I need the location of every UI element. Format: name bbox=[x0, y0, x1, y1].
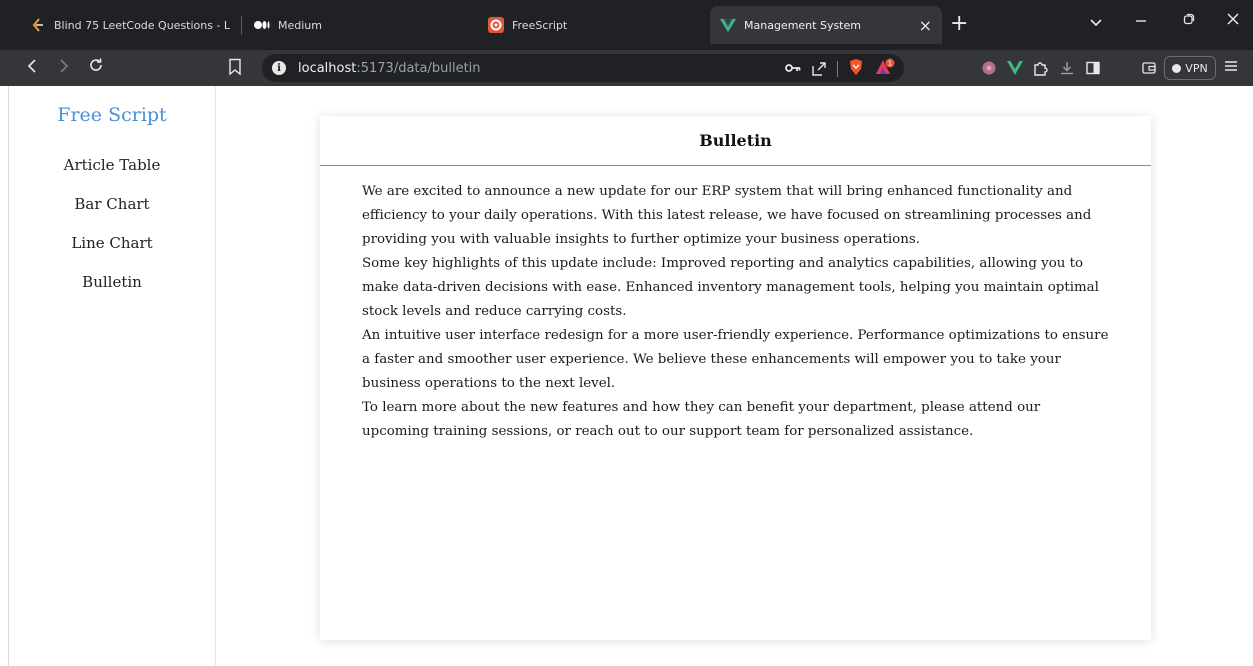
tab-freescript[interactable]: FreeScript bbox=[478, 6, 708, 44]
vpn-label: VPN bbox=[1185, 61, 1208, 75]
bookmark-icon[interactable] bbox=[228, 58, 248, 80]
bulletin-paragraph: Some key highlights of this update inclu… bbox=[362, 256, 1099, 319]
forward-icon[interactable] bbox=[52, 56, 76, 80]
minimize-icon[interactable] bbox=[1126, 10, 1156, 29]
tab-title: Blind 75 LeetCode Questions - LeetCode D… bbox=[54, 18, 230, 32]
browser-toolbar: i localhost:5173/data/bulletin 1 VPN bbox=[0, 50, 1253, 86]
bulletin-paragraph: An intuitive user interface redesign for… bbox=[362, 328, 1109, 391]
browser-tab-strip: Blind 75 LeetCode Questions - LeetCode D… bbox=[0, 0, 1253, 50]
tab-title: Medium bbox=[278, 18, 322, 32]
tab-leetcode[interactable]: Blind 75 LeetCode Questions - LeetCode D… bbox=[20, 6, 240, 44]
vpn-button[interactable]: VPN bbox=[1164, 56, 1216, 80]
back-icon[interactable] bbox=[20, 56, 44, 80]
sidebar: Free Script Article Table Bar Chart Line… bbox=[8, 86, 216, 666]
hamburger-menu-icon[interactable] bbox=[1224, 57, 1238, 76]
sidebar-nav: Article Table Bar Chart Line Chart Bulle… bbox=[9, 154, 215, 310]
vue-icon bbox=[720, 17, 736, 33]
bulletin-paragraph: We are excited to announce a new update … bbox=[362, 184, 1092, 247]
restore-icon[interactable] bbox=[1174, 10, 1204, 29]
url-path: :5173/data/bulletin bbox=[356, 60, 481, 76]
page-content: Free Script Article Table Bar Chart Line… bbox=[0, 86, 1253, 666]
sidebar-item-bulletin[interactable]: Bulletin bbox=[9, 271, 215, 310]
bulletin-title: Bulletin bbox=[320, 116, 1151, 166]
vue-devtools-icon[interactable] bbox=[1006, 59, 1024, 77]
address-bar[interactable]: i localhost:5173/data/bulletin 1 bbox=[262, 54, 904, 82]
bulletin-body: We are excited to announce a new update … bbox=[320, 166, 1151, 444]
leetcode-icon bbox=[30, 17, 46, 33]
key-icon[interactable] bbox=[785, 61, 801, 77]
chevron-down-icon[interactable] bbox=[1090, 15, 1102, 31]
address-bar-actions: 1 bbox=[785, 58, 896, 80]
download-icon[interactable] bbox=[1058, 59, 1076, 77]
vpn-status-icon bbox=[1172, 63, 1182, 73]
extensions-icon[interactable] bbox=[1032, 59, 1050, 77]
wallet-icon[interactable] bbox=[1140, 59, 1158, 77]
bulletin-paragraph: To learn more about the new features and… bbox=[362, 400, 1041, 439]
bulletin-card: Bulletin We are excited to announce a ne… bbox=[320, 116, 1151, 640]
share-icon[interactable] bbox=[811, 61, 827, 77]
medium-icon bbox=[254, 17, 270, 33]
tab-title: FreeScript bbox=[512, 18, 568, 32]
url-host: localhost bbox=[298, 60, 357, 76]
freescript-icon bbox=[488, 17, 504, 33]
new-tab-icon[interactable]: + bbox=[950, 13, 968, 35]
close-window-icon[interactable] bbox=[1218, 10, 1248, 29]
sidebar-toggle-icon[interactable] bbox=[1084, 59, 1102, 77]
extension-dot-icon[interactable] bbox=[980, 59, 998, 77]
tab-title: Management System bbox=[744, 18, 861, 32]
tab-management-system[interactable]: Management System × bbox=[710, 6, 942, 44]
divider bbox=[837, 61, 838, 77]
brave-shields-icon[interactable] bbox=[848, 58, 864, 80]
site-info-icon[interactable]: i bbox=[272, 61, 286, 75]
sidebar-item-article-table[interactable]: Article Table bbox=[9, 154, 215, 193]
brand-logo[interactable]: Free Script bbox=[9, 104, 215, 126]
sidebar-item-bar-chart[interactable]: Bar Chart bbox=[9, 193, 215, 232]
reload-icon[interactable] bbox=[84, 56, 108, 80]
svg-text:1: 1 bbox=[888, 60, 892, 68]
tab-separator bbox=[241, 16, 242, 34]
close-tab-icon[interactable]: × bbox=[919, 16, 932, 35]
sidebar-item-line-chart[interactable]: Line Chart bbox=[9, 232, 215, 271]
brave-rewards-icon[interactable]: 1 bbox=[874, 58, 896, 80]
tab-medium[interactable]: Medium bbox=[244, 6, 474, 44]
